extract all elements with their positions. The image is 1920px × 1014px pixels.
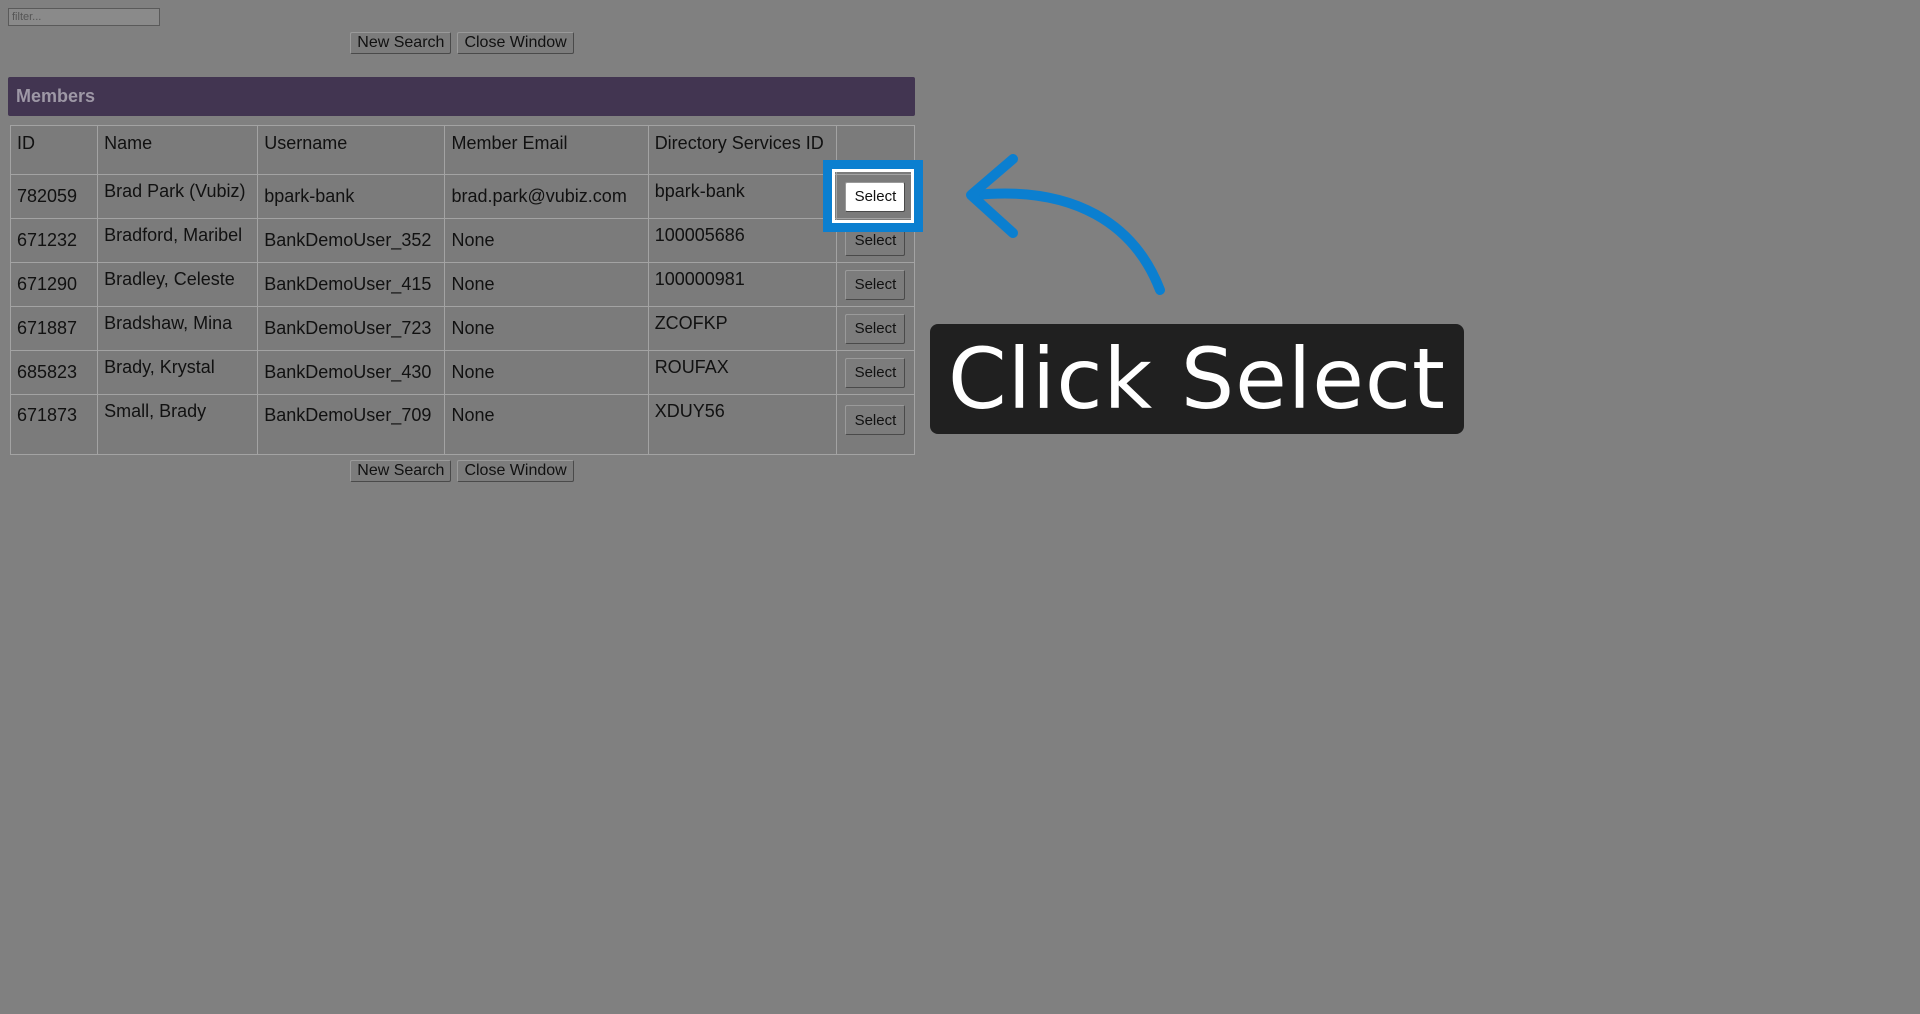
cell-id: 782059 [9, 174, 99, 219]
cell-action: Select [835, 394, 916, 455]
cell-username: BankDemoUser_709 [257, 394, 446, 455]
cell-username: BankDemoUser_352 [257, 218, 446, 263]
cell-username: BankDemoUser_430 [257, 350, 446, 395]
select-button[interactable]: Select [845, 357, 906, 388]
cell-name: Brad Park (Vubiz) [97, 174, 259, 219]
new-search-button[interactable]: New Search [350, 32, 452, 54]
cell-id: 671290 [9, 262, 99, 307]
cell-directory-services-id: 100000981 [647, 262, 837, 307]
table-row: 671232 Bradford, Maribel BankDemoUser_35… [9, 218, 916, 263]
instruction-callout-text: Click Select [948, 330, 1446, 428]
table-row: 782059 Brad Park (Vubiz) bpark-bank brad… [9, 174, 916, 219]
instruction-callout: Click Select [930, 324, 1464, 434]
column-header-action [835, 125, 916, 175]
close-window-button[interactable]: Close Window [457, 32, 574, 54]
top-action-bar: New Search Close Window [0, 32, 924, 54]
column-header-id: ID [9, 125, 99, 175]
table-header-row: ID Name Username Member Email Directory … [9, 125, 916, 175]
close-window-button[interactable]: Close Window [457, 460, 574, 482]
table-row: 685823 Brady, Krystal BankDemoUser_430 N… [9, 350, 916, 395]
cell-username: BankDemoUser_415 [257, 262, 446, 307]
cell-member-email: None [444, 262, 649, 307]
bottom-action-bar: New Search Close Window [0, 460, 924, 482]
cell-member-email: None [444, 350, 649, 395]
cell-action: Select [835, 306, 916, 351]
cell-member-email: None [444, 394, 649, 455]
select-button[interactable]: Select [845, 181, 906, 212]
cell-action: Select [835, 174, 916, 219]
table-row: 671290 Bradley, Celeste BankDemoUser_415… [9, 262, 916, 307]
cell-directory-services-id: ZCOFKP [647, 306, 837, 351]
cell-directory-services-id: ROUFAX [647, 350, 837, 395]
select-button[interactable]: Select [845, 225, 906, 256]
table-row: 671873 Small, Brady BankDemoUser_709 Non… [9, 394, 916, 455]
table-row: 671887 Bradshaw, Mina BankDemoUser_723 N… [9, 306, 916, 351]
select-button[interactable]: Select [845, 313, 906, 344]
column-header-name: Name [97, 125, 259, 175]
cell-name: Small, Brady [97, 394, 259, 455]
members-panel-title: Members [16, 86, 96, 106]
members-table: ID Name Username Member Email Directory … [9, 125, 916, 455]
cell-name: Bradford, Maribel [97, 218, 259, 263]
cell-action: Select [835, 218, 916, 263]
column-header-directory-services-id: Directory Services ID [647, 125, 837, 175]
cell-directory-services-id: bpark-bank [647, 174, 837, 219]
column-header-username: Username [257, 125, 446, 175]
page: New Search Close Window Members ID Name … [0, 0, 1920, 1014]
cell-member-email: None [444, 306, 649, 351]
new-search-button[interactable]: New Search [350, 460, 452, 482]
cell-id: 671873 [9, 394, 99, 455]
cell-directory-services-id: XDUY56 [647, 394, 837, 455]
members-panel-header: Members [8, 77, 915, 116]
cell-username: BankDemoUser_723 [257, 306, 446, 351]
cell-name: Brady, Krystal [97, 350, 259, 395]
cell-action: Select [835, 350, 916, 395]
cell-name: Bradley, Celeste [97, 262, 259, 307]
cell-username: bpark-bank [257, 174, 446, 219]
cell-id: 671887 [9, 306, 99, 351]
select-button[interactable]: Select [845, 405, 906, 435]
cell-member-email: brad.park@vubiz.com [444, 174, 649, 219]
cell-id: 685823 [9, 350, 99, 395]
column-header-member-email: Member Email [444, 125, 649, 175]
select-button[interactable]: Select [845, 269, 906, 300]
filter-input[interactable] [8, 8, 160, 26]
cell-name: Bradshaw, Mina [97, 306, 259, 351]
cell-member-email: None [444, 218, 649, 263]
cell-directory-services-id: 100005686 [647, 218, 837, 263]
cell-action: Select [835, 262, 916, 307]
cell-id: 671232 [9, 218, 99, 263]
curved-arrow-icon [966, 154, 1165, 295]
